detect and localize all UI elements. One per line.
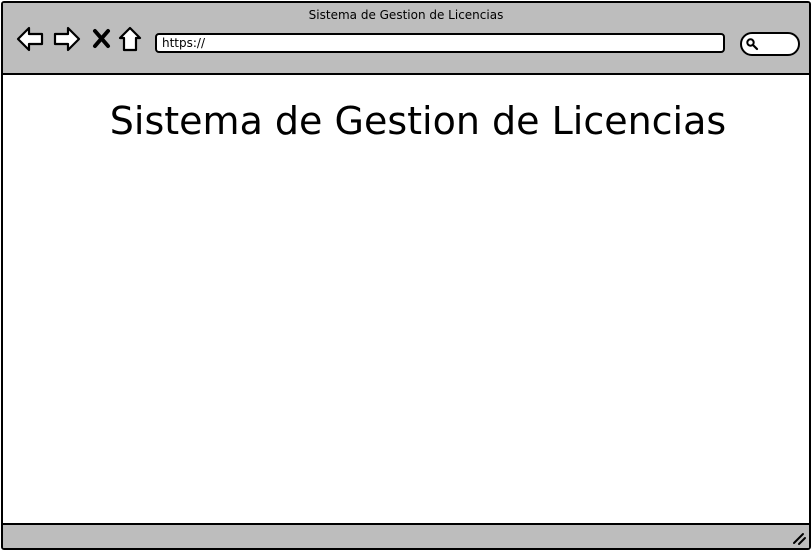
address-bar[interactable]: https:// xyxy=(155,33,725,53)
home-button[interactable] xyxy=(117,25,143,53)
back-button[interactable] xyxy=(15,25,45,53)
back-arrow-icon xyxy=(16,26,44,52)
status-bar xyxy=(3,523,809,548)
search-field[interactable] xyxy=(740,32,800,56)
forward-arrow-icon xyxy=(53,26,81,52)
page-title: Sistema de Gestion de Licencias xyxy=(109,99,727,143)
browser-toolbar: Sistema de Gestion de Licencias https:// xyxy=(3,3,809,75)
page-content: Sistema de Gestion de Licencias xyxy=(3,75,809,523)
home-icon xyxy=(118,26,142,52)
search-icon xyxy=(746,38,759,51)
stop-button[interactable] xyxy=(91,25,113,53)
browser-window: Sistema de Gestion de Licencias https:// xyxy=(1,1,811,550)
window-title: Sistema de Gestion de Licencias xyxy=(308,8,504,22)
close-icon xyxy=(93,29,110,48)
resize-grip-icon[interactable] xyxy=(791,530,807,546)
forward-button[interactable] xyxy=(52,25,82,53)
url-text: https:// xyxy=(162,36,206,50)
